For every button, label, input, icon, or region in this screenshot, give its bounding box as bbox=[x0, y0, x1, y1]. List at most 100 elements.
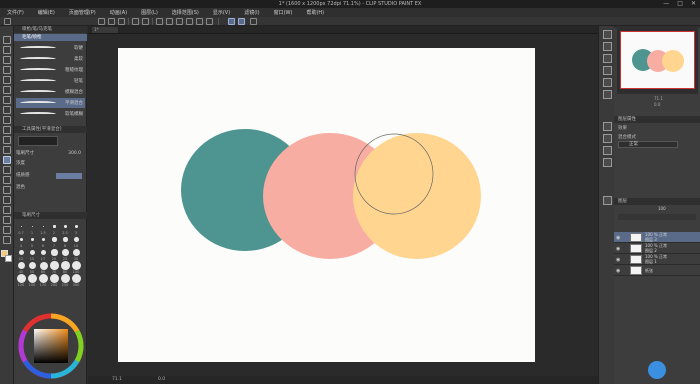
menu-file[interactable]: 文件(F) bbox=[0, 9, 31, 16]
brush-size-dot[interactable] bbox=[19, 237, 24, 242]
eyedropper-icon[interactable] bbox=[3, 86, 11, 94]
menu-animation[interactable]: 动画(A) bbox=[103, 9, 134, 16]
operation-icon[interactable] bbox=[3, 56, 11, 64]
brush-item[interactable]: 粗糙纹理 bbox=[16, 65, 85, 75]
fill-tool-icon[interactable] bbox=[3, 166, 11, 174]
navigator-angle[interactable]: 0.0 bbox=[654, 102, 660, 107]
brush-size-dot[interactable] bbox=[72, 261, 81, 270]
blend-mode-select[interactable]: 正常 bbox=[618, 141, 678, 148]
density-row[interactable]: 浓度 bbox=[16, 160, 85, 168]
document-tab[interactable]: 1* bbox=[92, 27, 118, 33]
layer-opacity-value[interactable]: 100 bbox=[658, 206, 666, 211]
zoom-icon[interactable] bbox=[3, 36, 11, 44]
ruler-snap-icon[interactable] bbox=[228, 18, 235, 25]
brush-size-dot[interactable] bbox=[50, 274, 59, 283]
text-icon[interactable] bbox=[3, 216, 11, 224]
brush-item[interactable]: 模糊混合 bbox=[16, 87, 85, 97]
color-set-icon[interactable] bbox=[603, 134, 612, 143]
brush-size-dot[interactable] bbox=[28, 274, 37, 283]
layer-property-icon[interactable] bbox=[603, 122, 612, 131]
eye-icon[interactable]: ◉ bbox=[616, 246, 620, 252]
menu-view[interactable]: 显示(V) bbox=[206, 9, 237, 16]
show-selection-icon[interactable] bbox=[206, 18, 213, 25]
layer-row[interactable]: ◉ 100 % 正常 图层 2 bbox=[614, 243, 700, 254]
maximize-button[interactable]: □ bbox=[677, 0, 683, 8]
auto-action-icon[interactable] bbox=[603, 146, 612, 155]
menu-filter[interactable]: 滤镜(I) bbox=[237, 9, 266, 16]
brush-size-dot[interactable] bbox=[31, 225, 34, 228]
brush-size-dot[interactable] bbox=[41, 237, 46, 242]
correct-line-icon[interactable] bbox=[3, 236, 11, 244]
layer-row[interactable]: ◉ 100 % 正常 图层 3 bbox=[614, 232, 700, 243]
material-icon[interactable] bbox=[603, 66, 612, 75]
layer-row[interactable]: ◉ 纸张 bbox=[614, 265, 700, 276]
save-icon[interactable] bbox=[118, 18, 125, 25]
navigator-icon[interactable] bbox=[603, 30, 612, 39]
menu-select[interactable]: 选择范围(S) bbox=[165, 9, 206, 16]
brush-size-dot[interactable] bbox=[21, 226, 22, 227]
fill-icon[interactable] bbox=[166, 18, 173, 25]
menu-page[interactable]: 页面管理(P) bbox=[62, 9, 103, 16]
subview-icon[interactable] bbox=[603, 42, 612, 51]
brush-size-dot[interactable] bbox=[50, 261, 59, 270]
status-zoom[interactable]: 71.1 bbox=[112, 377, 122, 382]
layer-icon[interactable] bbox=[603, 196, 612, 205]
cloud-button[interactable] bbox=[648, 361, 666, 379]
navigator-zoom[interactable]: 71.1 bbox=[654, 96, 663, 101]
eye-icon[interactable]: ◉ bbox=[616, 235, 620, 241]
brush-size-dot[interactable] bbox=[72, 274, 81, 283]
brush-size-dot[interactable] bbox=[28, 261, 37, 270]
brush-group-tab[interactable]: 毛笔/喷枪 bbox=[14, 34, 87, 41]
crop-icon[interactable] bbox=[186, 18, 193, 25]
menu-help[interactable]: 帮助(H) bbox=[299, 9, 331, 16]
move-icon[interactable] bbox=[3, 46, 11, 54]
brush-size-dot[interactable] bbox=[51, 249, 58, 256]
ruler-icon[interactable] bbox=[3, 206, 11, 214]
brush-size-dot[interactable] bbox=[40, 249, 47, 256]
eye-icon[interactable]: ◉ bbox=[616, 268, 620, 274]
figure-icon[interactable] bbox=[3, 186, 11, 194]
menu-edit[interactable]: 编辑(E) bbox=[31, 9, 62, 16]
sub-color-swatch[interactable] bbox=[5, 255, 12, 262]
brush-size-dot[interactable] bbox=[17, 274, 26, 283]
brush-size-dot[interactable] bbox=[42, 225, 45, 228]
layer-row[interactable]: ◉ 100 % 正常 图层 1 bbox=[614, 254, 700, 265]
brush-size-dot[interactable] bbox=[74, 237, 79, 242]
minimize-button[interactable]: — bbox=[663, 0, 669, 8]
deselect-icon[interactable] bbox=[176, 18, 183, 25]
brush-size-dot[interactable] bbox=[73, 249, 80, 256]
redo-icon[interactable] bbox=[142, 18, 149, 25]
layer-search-icon[interactable] bbox=[603, 78, 612, 87]
brush-size-dot[interactable] bbox=[62, 249, 69, 256]
color-wheel-icon[interactable] bbox=[17, 312, 85, 380]
menu-window[interactable]: 窗口(W) bbox=[267, 9, 300, 16]
decoration-icon[interactable] bbox=[3, 136, 11, 144]
undo-icon[interactable] bbox=[132, 18, 139, 25]
brush-size-dot[interactable] bbox=[30, 237, 35, 242]
brush-size-dot[interactable] bbox=[29, 249, 36, 256]
brush-size-dot[interactable] bbox=[39, 274, 48, 283]
brush-size-dot[interactable] bbox=[63, 237, 68, 242]
gradient-icon[interactable] bbox=[3, 176, 11, 184]
brush-size-dot[interactable] bbox=[17, 261, 26, 270]
timeline-icon[interactable] bbox=[603, 158, 612, 167]
brush-size-dot[interactable] bbox=[61, 261, 70, 270]
brush-item-selected[interactable]: 平滑混合 bbox=[16, 98, 85, 108]
menu-layer[interactable]: 图层(L) bbox=[134, 9, 165, 16]
new-file-icon[interactable] bbox=[98, 18, 105, 25]
brush-item[interactable]: 轻笔 bbox=[16, 76, 85, 86]
brush-item[interactable]: 柔软 bbox=[16, 54, 85, 64]
brush-item[interactable]: 软硬 bbox=[16, 43, 85, 53]
brush-size-dot[interactable] bbox=[61, 274, 70, 283]
airbrush-icon[interactable] bbox=[3, 126, 11, 134]
brush-size-dot[interactable] bbox=[39, 261, 48, 270]
canvas-paper[interactable] bbox=[118, 48, 535, 362]
brush-size-row[interactable]: 笔刷尺寸 300.0 bbox=[16, 150, 85, 158]
info-icon[interactable] bbox=[603, 54, 612, 63]
status-angle[interactable]: 0.0 bbox=[158, 377, 165, 382]
blend-row[interactable]: 混色 bbox=[16, 184, 85, 192]
eraser-icon[interactable] bbox=[3, 146, 11, 154]
brush-size-value[interactable]: 300.0 bbox=[68, 150, 81, 158]
brush-item[interactable]: 软笔模糊 bbox=[16, 109, 85, 119]
grid-snap-icon[interactable] bbox=[250, 18, 257, 25]
